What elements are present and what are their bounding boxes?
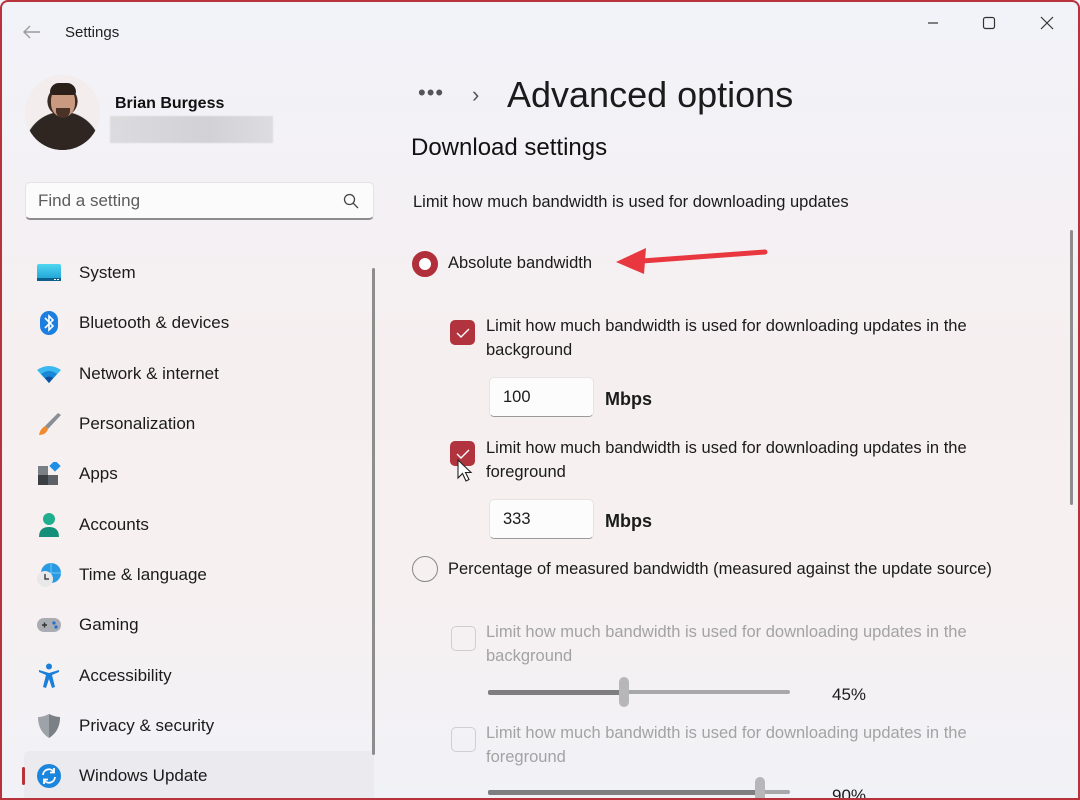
back-arrow-icon	[23, 25, 40, 39]
page-title: Advanced options	[507, 74, 794, 115]
annotation-arrow-icon	[616, 248, 768, 274]
time-language-icon	[36, 562, 62, 588]
bandwidth-description: Limit how much bandwidth is used for dow…	[413, 193, 849, 211]
sidebar-item-network[interactable]: Network & internet	[24, 349, 374, 399]
sidebar-item-apps[interactable]: Apps	[24, 449, 374, 499]
close-button[interactable]	[1024, 8, 1070, 38]
back-button[interactable]	[20, 20, 44, 44]
close-icon	[1040, 16, 1054, 30]
minimize-icon	[928, 22, 938, 24]
sidebar-item-windows-update[interactable]: Windows Update	[22, 750, 374, 800]
percentage-foreground-checkbox[interactable]	[451, 727, 476, 752]
title-bar: Settings	[0, 0, 1080, 64]
slider-fill	[488, 790, 760, 795]
sidebar-scrollbar[interactable]	[372, 268, 375, 755]
sidebar-item-label: Personalization	[79, 414, 196, 434]
percentage-background-checkbox[interactable]	[451, 626, 476, 651]
user-email-redacted	[110, 116, 273, 143]
avatar[interactable]	[25, 75, 100, 150]
sidebar-item-label: Accessibility	[79, 665, 172, 685]
bluetooth-icon	[36, 310, 62, 336]
percentage-bandwidth-radio[interactable]	[412, 556, 438, 582]
search-icon[interactable]	[343, 193, 359, 209]
sidebar-item-time-language[interactable]: Time & language	[24, 550, 374, 600]
avatar-shirt	[33, 119, 93, 150]
sidebar-item-accessibility[interactable]: Accessibility	[24, 650, 374, 700]
accounts-icon	[36, 512, 62, 538]
foreground-unit-label: Mbps	[605, 511, 652, 531]
sidebar-item-privacy[interactable]: Privacy & security	[24, 701, 374, 751]
search-input[interactable]	[26, 183, 326, 219]
accessibility-icon	[36, 663, 62, 689]
sidebar-item-system[interactable]: System	[24, 248, 374, 298]
percentage-bandwidth-label: Percentage of measured bandwidth (measur…	[448, 560, 992, 578]
foreground-percent-value: 90%	[832, 786, 867, 800]
search-box[interactable]	[25, 182, 374, 220]
foreground-mbps-input[interactable]	[490, 500, 593, 538]
sidebar-item-label: Network & internet	[79, 363, 219, 383]
absolute-bandwidth-label: Absolute bandwidth	[448, 254, 593, 272]
checkmark-icon	[456, 328, 469, 338]
maximize-button[interactable]	[966, 8, 1012, 38]
section-title: Download settings	[411, 134, 608, 161]
foreground-percent-slider[interactable]	[488, 777, 790, 800]
percentage-foreground-label: Limit how much bandwidth is used for dow…	[486, 724, 967, 766]
slider-thumb[interactable]	[754, 777, 765, 800]
sidebar-nav: System Bluetooth & devices Network & int…	[22, 248, 374, 800]
active-indicator	[22, 766, 25, 785]
sidebar-item-accounts[interactable]: Accounts	[24, 499, 374, 549]
windows-update-icon	[36, 763, 62, 789]
system-icon	[36, 260, 62, 286]
sidebar-item-bluetooth[interactable]: Bluetooth & devices	[24, 298, 374, 348]
slider-thumb[interactable]	[618, 677, 629, 707]
breadcrumb-more-button[interactable]: •••	[418, 80, 444, 106]
background-mbps-field[interactable]	[489, 377, 594, 417]
foreground-mbps-field[interactable]	[489, 499, 594, 539]
avatar-beard	[56, 108, 70, 118]
sidebar-item-label: Time & language	[79, 564, 207, 584]
background-unit-label: Mbps	[605, 389, 652, 409]
sidebar-item-label: Apps	[79, 464, 118, 484]
sidebar-item-label: System	[79, 263, 136, 283]
background-mbps-input[interactable]	[490, 378, 593, 416]
background-percent-value: 45%	[832, 685, 867, 704]
checkmark-icon	[456, 449, 469, 459]
wifi-icon	[36, 361, 62, 387]
sidebar-item-personalization[interactable]: Personalization	[24, 399, 374, 449]
sidebar-item-label: Windows Update	[79, 766, 208, 786]
absolute-background-label: Limit how much bandwidth is used for dow…	[486, 317, 967, 359]
sidebar-item-label: Bluetooth & devices	[79, 313, 230, 333]
app-title: Settings	[65, 24, 120, 41]
maximize-icon	[982, 16, 996, 30]
main-scrollbar[interactable]	[1070, 230, 1073, 505]
avatar-hair	[50, 83, 76, 95]
sidebar-item-label: Accounts	[79, 514, 149, 534]
sidebar-item-label: Gaming	[79, 615, 139, 635]
minimize-button[interactable]	[910, 8, 956, 38]
mouse-cursor-icon	[457, 459, 473, 482]
absolute-bandwidth-radio[interactable]	[412, 251, 438, 277]
absolute-foreground-label: Limit how much bandwidth is used for dow…	[486, 439, 967, 481]
brush-icon	[36, 411, 62, 437]
percentage-background-label: Limit how much bandwidth is used for dow…	[486, 623, 967, 665]
background-percent-slider[interactable]	[488, 677, 790, 707]
shield-icon	[36, 713, 62, 739]
user-name: Brian Burgess	[115, 95, 225, 112]
sidebar-item-gaming[interactable]: Gaming	[24, 600, 374, 650]
gamepad-icon	[36, 612, 62, 638]
sidebar-item-label: Privacy & security	[79, 715, 215, 735]
absolute-background-checkbox[interactable]	[450, 320, 475, 345]
breadcrumb-chevron-icon: ›	[472, 82, 480, 107]
slider-fill	[488, 690, 624, 695]
apps-icon	[36, 461, 62, 487]
